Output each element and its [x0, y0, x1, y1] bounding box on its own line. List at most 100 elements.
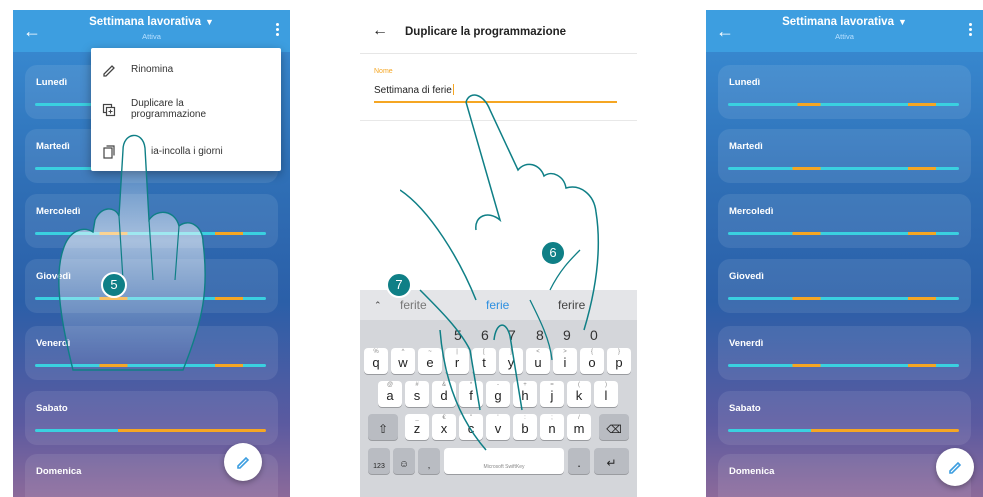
- day-card-sunday[interactable]: Domenica: [718, 454, 971, 497]
- key-k[interactable]: (k: [567, 381, 591, 407]
- number-key[interactable]: 8: [536, 327, 544, 343]
- suggestion-item[interactable]: ferie: [486, 298, 509, 312]
- day-card-wednesday[interactable]: Mercoledì: [718, 194, 971, 248]
- key-char: e: [426, 355, 434, 370]
- more-options-icon[interactable]: [272, 22, 282, 40]
- key-char: k: [575, 388, 583, 403]
- key-u[interactable]: < u: [526, 348, 550, 374]
- caret-down-icon: ▼: [204, 17, 214, 27]
- key-z[interactable]: _ z: [405, 414, 429, 440]
- key-i[interactable]: > i: [553, 348, 577, 374]
- key-char: g: [494, 388, 502, 403]
- chevron-icon[interactable]: ⌃: [374, 300, 382, 311]
- key-char: n: [548, 421, 556, 436]
- period-key[interactable]: .: [568, 448, 590, 474]
- edit-fab-button[interactable]: [936, 448, 974, 486]
- overflow-menu: Rinomina Duplicare la programmazione ia-…: [91, 48, 281, 171]
- number-key[interactable]: 7: [508, 327, 516, 343]
- back-arrow-icon[interactable]: ←: [372, 22, 388, 40]
- program-title-text: Settimana lavorativa: [89, 16, 201, 28]
- day-card-friday[interactable]: Venerdì: [25, 326, 278, 380]
- menu-item-rename[interactable]: Rinomina: [91, 52, 281, 90]
- emoji-key[interactable]: ☺: [393, 448, 415, 474]
- key-l[interactable]: ) l: [594, 381, 618, 407]
- key-char: l: [604, 388, 608, 403]
- left-phone-screen: ← Settimana lavorativa ▼ Attiva Lunedì Ma…: [13, 10, 290, 497]
- shift-key[interactable]: ⇧: [368, 414, 398, 440]
- schedule-bar: [728, 297, 959, 300]
- schedule-bar: [35, 297, 266, 300]
- day-card-wednesday[interactable]: Mercoledì: [25, 194, 278, 248]
- key-q[interactable]: % q: [364, 348, 388, 374]
- key-v[interactable]: ' v: [486, 414, 510, 440]
- key-char: u: [534, 355, 542, 370]
- key-d[interactable]: & d: [432, 381, 456, 407]
- day-card-saturday[interactable]: Sabato: [718, 391, 971, 445]
- key-e[interactable]: ~ e: [418, 348, 442, 374]
- day-name: Giovedì: [729, 271, 764, 282]
- key-char: i: [563, 355, 567, 370]
- key-j[interactable]: = j: [540, 381, 564, 407]
- space-key[interactable]: Microsoft SwiftKey: [444, 448, 564, 474]
- key-h[interactable]: + h: [513, 381, 537, 407]
- key-char: h: [521, 388, 529, 403]
- suggestion-item[interactable]: ferite: [400, 298, 427, 312]
- mic-key[interactable]: ,: [418, 448, 440, 474]
- text-cursor: [452, 84, 454, 95]
- name-field[interactable]: Settimana di ferie: [374, 84, 454, 96]
- key-r[interactable]: | r: [445, 348, 469, 374]
- day-card-monday[interactable]: Lunedì: [718, 65, 971, 119]
- key-s[interactable]: # s: [405, 381, 429, 407]
- key-t[interactable]: [t: [472, 348, 496, 374]
- day-name: Sabato: [36, 403, 68, 414]
- tutorial-illustration: ← Settimana lavorativa ▼ Attiva Lunedì Ma…: [0, 0, 983, 497]
- day-card-saturday[interactable]: Sabato: [25, 391, 278, 445]
- key-char: x: [440, 421, 448, 436]
- program-status: Attiva: [142, 32, 161, 41]
- program-title[interactable]: Settimana lavorativa ▼: [706, 16, 983, 28]
- key-w[interactable]: ^ w: [391, 348, 415, 374]
- key-y[interactable]: ] y: [499, 348, 523, 374]
- day-card-thursday[interactable]: Giovedì: [25, 259, 278, 313]
- number-key[interactable]: 5: [454, 327, 462, 343]
- key-char: y: [507, 355, 515, 370]
- schedule-bar: [728, 364, 959, 367]
- pencil-icon: [103, 65, 115, 77]
- day-name: Martedì: [729, 141, 763, 152]
- key-o[interactable]: {o: [580, 348, 604, 374]
- number-key[interactable]: 9: [563, 327, 571, 343]
- numbers-key[interactable]: 123: [368, 448, 390, 474]
- key-b[interactable]: :b: [513, 414, 537, 440]
- key-x[interactable]: € x: [432, 414, 456, 440]
- copy-icon: [103, 145, 115, 159]
- backspace-key[interactable]: ⌫: [599, 414, 629, 440]
- key-m[interactable]: / m: [567, 414, 591, 440]
- key-g[interactable]: -g: [486, 381, 510, 407]
- name-field-label: Nome: [374, 68, 393, 75]
- program-title[interactable]: Settimana lavorativa ▼: [13, 16, 290, 28]
- day-name: Martedì: [36, 141, 70, 152]
- day-card-friday[interactable]: Venerdì: [718, 326, 971, 380]
- key-p[interactable]: } p: [607, 348, 631, 374]
- key-char: v: [494, 421, 502, 436]
- number-key[interactable]: 6: [481, 327, 489, 343]
- key-a[interactable]: @ a: [378, 381, 402, 407]
- key-c[interactable]: " c: [459, 414, 483, 440]
- edit-fab-button[interactable]: [224, 443, 262, 481]
- key-char: j: [550, 388, 554, 403]
- suggestion-item[interactable]: ferire: [558, 298, 585, 312]
- key-f[interactable]: * f: [459, 381, 483, 407]
- number-key[interactable]: 0: [590, 327, 598, 343]
- menu-item-duplicate[interactable]: Duplicare la programmazione: [91, 92, 281, 130]
- enter-key[interactable]: ↵: [594, 448, 629, 474]
- page-title: Duplicare la programmazione: [405, 26, 567, 38]
- key-n[interactable]: ; n: [540, 414, 564, 440]
- menu-item-copy-paste-days[interactable]: ia-incolla i giorni: [91, 134, 281, 172]
- day-card-tuesday[interactable]: Martedì: [718, 129, 971, 183]
- day-card-thursday[interactable]: Giovedì: [718, 259, 971, 313]
- middle-phone-screen: ← Duplicare la programmazione Nome Setti…: [360, 10, 637, 497]
- menu-item-label: ia-incolla i giorni: [151, 146, 223, 157]
- more-options-icon[interactable]: [965, 22, 975, 40]
- pencil-icon: [949, 461, 962, 474]
- schedule-bar: [728, 232, 959, 235]
